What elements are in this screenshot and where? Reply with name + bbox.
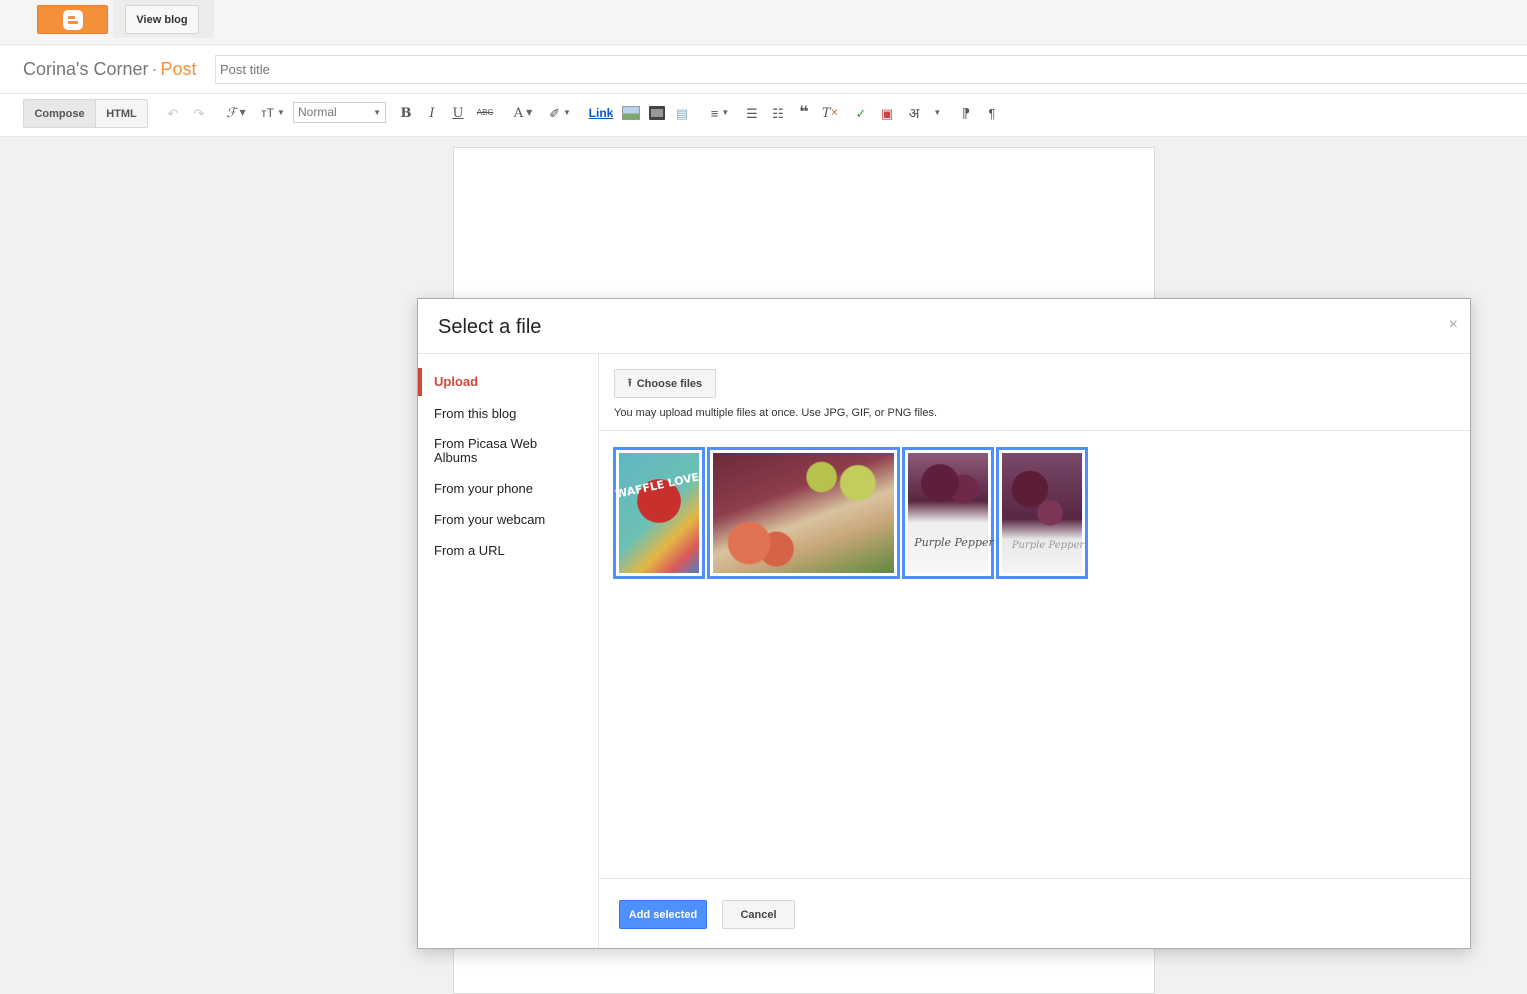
film-glyph	[649, 106, 665, 120]
source-sidebar: Upload From this blog From Picasa Web Al…	[418, 354, 599, 948]
view-blog-container: View blog	[113, 0, 214, 38]
sidebar-item-from-phone[interactable]: From your phone	[418, 482, 598, 496]
cancel-button[interactable]: Cancel	[722, 900, 795, 929]
compose-mode-button[interactable]: Compose	[23, 99, 96, 128]
bold-icon[interactable]: B	[398, 104, 414, 122]
redo-icon[interactable]: ↷	[190, 104, 208, 122]
dialog-footer: Add selected Cancel	[599, 879, 1470, 948]
sidebar-item-from-this-blog[interactable]: From this blog	[418, 407, 598, 421]
undo-icon[interactable]: ↶	[164, 104, 182, 122]
sidebar-item-upload[interactable]: Upload	[418, 368, 598, 396]
dialog-header: Select a file ×	[418, 299, 1470, 354]
breadcrumb: Corina's Corner · Post	[23, 59, 197, 80]
blogger-logo-button[interactable]	[37, 5, 108, 34]
blog-name[interactable]: Corina's Corner	[23, 59, 148, 79]
insert-special-icon[interactable]: ▣	[878, 104, 896, 122]
align-icon[interactable]: ≡ ▼	[705, 104, 735, 122]
top-bar: View blog	[0, 0, 1527, 44]
link-label: Link	[588, 106, 614, 120]
upload-hint: You may upload multiple files at once. U…	[614, 407, 938, 419]
link-button[interactable]: Link	[587, 104, 615, 122]
numbered-list-icon[interactable]: ☰	[742, 104, 762, 122]
bullet-list-icon[interactable]: ☷	[768, 104, 788, 122]
insert-video-icon[interactable]	[647, 104, 667, 122]
image-text: Purple Pepper	[1011, 540, 1085, 551]
underline-icon[interactable]: U	[450, 104, 466, 122]
paragraph-style-value: Normal	[298, 105, 337, 119]
sidebar-item-from-webcam[interactable]: From your webcam	[418, 513, 598, 527]
remove-formatting-icon[interactable]: T ×	[820, 104, 840, 122]
thumbnail-fruit-boxes[interactable]	[707, 447, 900, 579]
choose-files-label: Choose files	[636, 377, 703, 390]
image-text: Purple Pepper	[914, 536, 994, 549]
title-row: Corina's Corner · Post	[0, 44, 1527, 94]
add-selected-button[interactable]: Add selected	[619, 900, 707, 929]
highlight-icon[interactable]: ✐ ▼	[545, 104, 575, 122]
rtl-icon[interactable]: ¶	[983, 104, 1001, 122]
blogger-logo-icon	[62, 9, 83, 30]
sidebar-item-from-url[interactable]: From a URL	[418, 544, 598, 558]
italic-icon[interactable]: I	[424, 104, 440, 122]
quote-icon[interactable]: ❝	[794, 104, 814, 122]
html-mode-button[interactable]: HTML	[96, 99, 148, 128]
upload-area: ⭱ Choose files You may upload multiple f…	[599, 354, 1470, 431]
choose-files-button[interactable]: ⭱ Choose files	[614, 369, 716, 398]
view-blog-button[interactable]: View blog	[125, 5, 199, 34]
post-title-input[interactable]	[215, 55, 1527, 84]
font-size-icon[interactable]: тT ▼	[257, 104, 289, 122]
thumbnail-waffle-love[interactable]: WAFFLE LOVE	[613, 447, 705, 579]
section-label: Post	[160, 59, 197, 79]
insert-jump-break-icon[interactable]: ▤	[673, 104, 691, 122]
thumbnail-purple-pepper-2[interactable]: Purple Pepper	[996, 447, 1088, 579]
upload-icon: ⭱	[627, 377, 632, 389]
input-tools-icon[interactable]: अ ▼	[904, 104, 946, 122]
thumbnail-purple-pepper-1[interactable]: Purple Pepper	[902, 447, 994, 579]
spellcheck-icon[interactable]: ✓	[852, 104, 870, 122]
insert-image-icon[interactable]	[621, 104, 641, 122]
breadcrumb-separator: ·	[151, 59, 158, 79]
ltr-icon[interactable]: ⁋	[957, 104, 975, 122]
image-glyph	[622, 106, 640, 120]
paragraph-style-select[interactable]: Normal ▼	[293, 102, 386, 123]
mode-toggle: Compose HTML	[23, 99, 148, 128]
select-file-dialog: Select a file × Upload From this blog Fr…	[417, 298, 1471, 949]
text-color-icon[interactable]: A ▼	[508, 104, 538, 122]
close-icon[interactable]: ×	[1449, 316, 1458, 334]
font-family-icon[interactable]: ℱ ▼	[221, 104, 251, 122]
editor-toolbar: Compose HTML ↶ ↷ ℱ ▼ тT ▼ Normal ▼ B I U A…	[0, 94, 1527, 137]
thumbnail-grid: WAFFLE LOVE Purple Pepper Purple Pepper	[599, 431, 1470, 879]
sidebar-item-from-picasa[interactable]: From Picasa Web Albums	[418, 437, 568, 465]
strikethrough-icon[interactable]: ABC	[475, 104, 495, 122]
chevron-down-icon: ▼	[373, 108, 381, 117]
fruit-boxes-image	[713, 453, 894, 573]
dialog-title: Select a file	[438, 316, 542, 338]
